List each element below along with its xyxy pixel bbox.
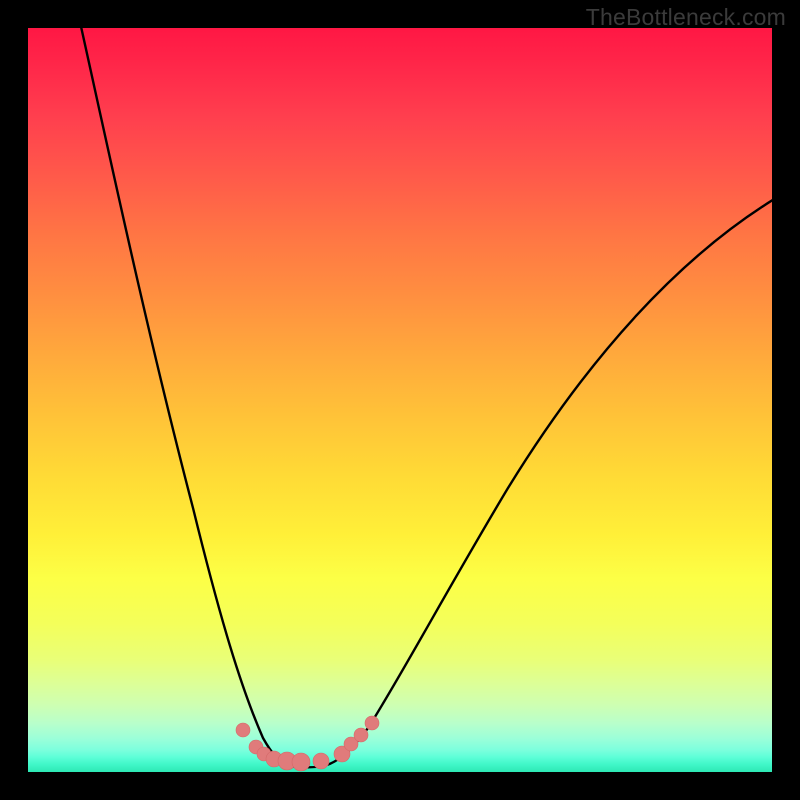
watermark-text: TheBottleneck.com	[586, 4, 786, 31]
bottleneck-curve-left	[80, 28, 289, 766]
bottleneck-curve-right	[324, 198, 772, 766]
curve-layer	[28, 28, 772, 772]
plot-area	[28, 28, 772, 772]
chart-frame: TheBottleneck.com	[0, 0, 800, 800]
